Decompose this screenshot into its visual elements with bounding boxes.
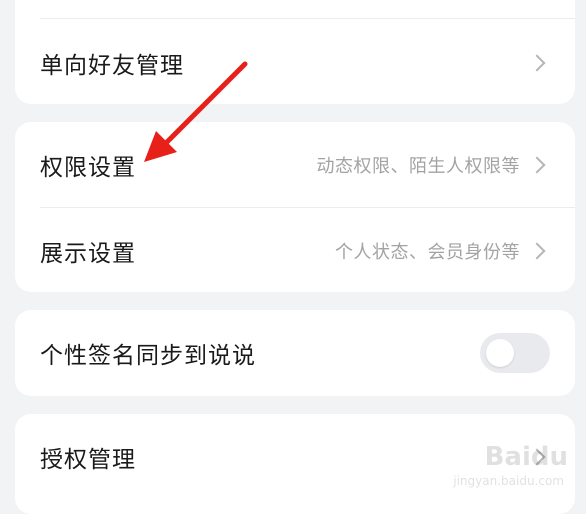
annotation-arrow-icon xyxy=(144,61,248,162)
watermark-logo: Baidu xyxy=(484,442,568,472)
watermark-url: jingyan.baidu.com xyxy=(453,474,564,488)
